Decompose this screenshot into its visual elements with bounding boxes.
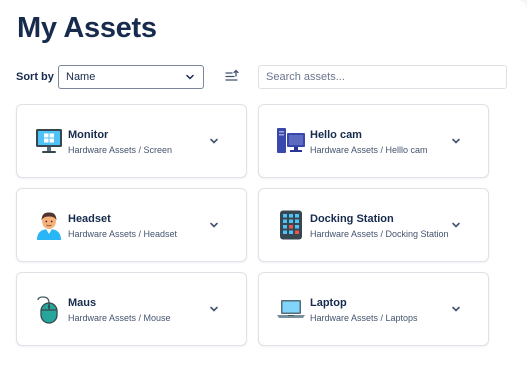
asset-name: Laptop: [310, 297, 347, 309]
asset-name: Monitor: [68, 129, 109, 141]
sort-select[interactable]: Name: [58, 65, 204, 89]
chevron-down-icon[interactable]: [451, 304, 461, 314]
search-input[interactable]: [258, 65, 507, 89]
desktop-computer-icon: [277, 128, 305, 153]
asset-card-laptop[interactable]: Laptop Hardware Assets / Laptops: [258, 272, 489, 346]
chevron-down-icon[interactable]: [209, 304, 219, 314]
chevron-down-icon[interactable]: [451, 136, 461, 146]
page-title: My Assets: [17, 12, 157, 44]
asset-card-hello-cam[interactable]: Hello cam Hardware Assets / Helllo cam: [258, 104, 489, 178]
chevron-down-icon[interactable]: [451, 220, 461, 230]
mouse-icon: [37, 296, 58, 324]
asset-name: Docking Station: [310, 213, 394, 225]
laptop-icon: [277, 300, 305, 318]
chevron-down-icon: [186, 74, 194, 80]
asset-name: Hello cam: [310, 129, 362, 141]
asset-name: Headset: [68, 213, 111, 225]
chevron-down-icon[interactable]: [209, 136, 219, 146]
asset-card-monitor[interactable]: Monitor Hardware Assets / Screen: [16, 104, 247, 178]
asset-card-headset[interactable]: Headset Hardware Assets / Headset: [16, 188, 247, 262]
docking-station-icon: [280, 210, 302, 240]
sort-label: Sort by: [16, 71, 54, 83]
asset-card-maus[interactable]: Maus Hardware Assets / Mouse: [16, 272, 247, 346]
asset-path: Hardware Assets / Headset: [68, 229, 178, 239]
sort-ascending-icon[interactable]: [225, 69, 239, 83]
person-icon: [37, 212, 61, 240]
chevron-down-icon[interactable]: [209, 220, 219, 230]
asset-card-docking-station[interactable]: Docking Station Hardware Assets / Dockin…: [258, 188, 489, 262]
asset-path: Hardware Assets / Screen: [68, 145, 173, 155]
asset-path: Hardware Assets / Mouse: [68, 313, 171, 323]
asset-path: Hardware Assets / Docking Station: [310, 229, 449, 239]
sort-select-value: Name: [66, 71, 96, 83]
assets-panel: My Assets Sort by Name Monitor Hardware …: [0, 0, 527, 370]
monitor-icon: [36, 129, 62, 153]
asset-path: Hardware Assets / Laptops: [310, 313, 418, 323]
asset-name: Maus: [68, 297, 97, 309]
asset-path: Hardware Assets / Helllo cam: [310, 145, 428, 155]
